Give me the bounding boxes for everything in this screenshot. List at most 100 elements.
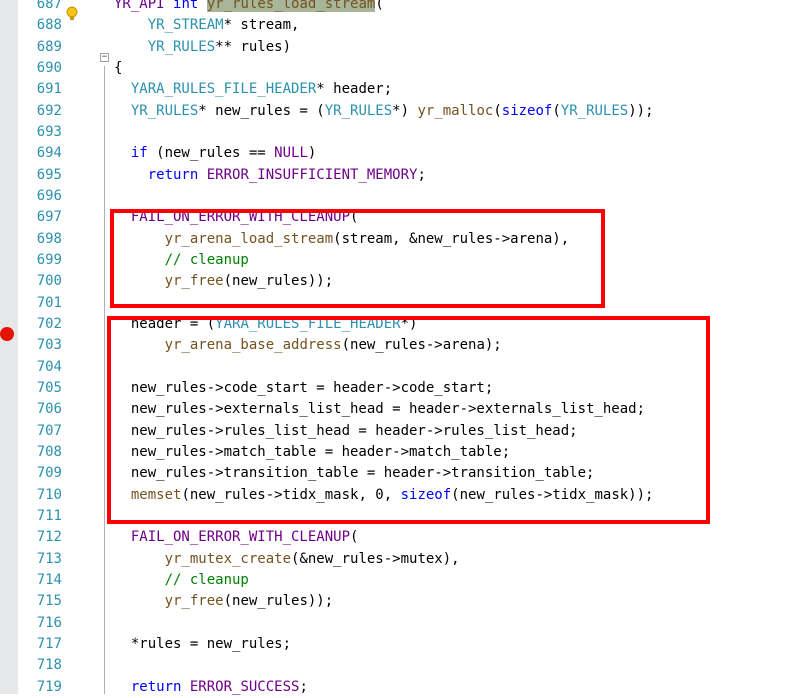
line-number: 713: [36, 550, 62, 567]
code-line[interactable]: yr_mutex_create(&new_rules->mutex),: [114, 549, 460, 570]
line-number: 699: [36, 251, 62, 268]
line-number: 691: [36, 81, 62, 98]
code-token: (: [375, 0, 384, 12]
code-token: * new_rules = (: [198, 102, 325, 119]
code-token: (: [493, 102, 502, 119]
line-number: 687: [36, 0, 62, 12]
code-token: NULL: [274, 145, 308, 162]
line-numbers: 687 688 689 690 691 692 693 694 695 696 697 698 699 7…: [18, 0, 74, 695]
code-token: ** rules): [215, 38, 292, 55]
code-token: YR_RULES: [130, 102, 199, 119]
code-token: ));: [628, 102, 654, 119]
line-number: 708: [36, 443, 62, 460]
line-number: 706: [36, 401, 62, 418]
annotation-box-header-assignments: [107, 316, 710, 524]
breakpoint-margin[interactable]: [0, 0, 18, 694]
line-number: 703: [36, 337, 62, 354]
code-line[interactable]: if (new_rules == NULL): [114, 143, 316, 164]
line-number: 718: [36, 657, 62, 674]
line-number: 697: [36, 209, 62, 226]
outline-fold-line: [104, 66, 105, 694]
line-number: 705: [36, 379, 62, 396]
line-number: 704: [36, 358, 62, 375]
code-token: ;: [417, 166, 426, 183]
line-number: 710: [36, 486, 62, 503]
code-token: ERROR_SUCCESS: [189, 678, 300, 695]
breakpoint-icon[interactable]: [0, 327, 14, 341]
code-token: YR_API: [114, 0, 165, 12]
code-token: (: [350, 529, 359, 546]
line-number: 716: [36, 614, 62, 631]
line-number: 709: [36, 465, 62, 482]
code-token: (new_rules ==: [147, 145, 275, 162]
code-line[interactable]: yr_free(new_rules));: [114, 591, 334, 612]
code-token: {: [114, 59, 123, 76]
code-token: return: [130, 678, 182, 695]
code-token: YR_RULES: [147, 38, 216, 55]
code-token: // cleanup: [164, 571, 249, 588]
line-number: 693: [36, 123, 62, 140]
code-line[interactable]: {: [114, 58, 122, 79]
code-line[interactable]: YARA_RULES_FILE_HEADER* header;: [114, 79, 392, 100]
code-line[interactable]: return ERROR_SUCCESS;: [114, 677, 308, 698]
annotation-box-fail-on-error: [110, 209, 605, 308]
line-number: 689: [36, 38, 62, 55]
line-number: 694: [36, 145, 62, 162]
code-line[interactable]: YR_STREAM* stream,: [114, 15, 300, 36]
code-token: yr_malloc: [417, 102, 494, 119]
line-number: 688: [36, 17, 62, 34]
code-token: ): [307, 145, 317, 162]
line-number: 712: [36, 529, 62, 546]
highlighted-identifier: yr_rules_load_stream: [206, 0, 376, 12]
code-token: FAIL_ON_ERROR_WITH_CLEANUP: [130, 529, 351, 546]
code-token: YR_RULES: [324, 102, 393, 119]
code-token: YR_RULES: [560, 102, 629, 119]
code-line[interactable]: return ERROR_INSUFFICIENT_MEMORY;: [114, 165, 426, 186]
code-token: sizeof: [501, 102, 553, 119]
code-token: *rules = new_rules;: [114, 635, 292, 652]
code-token: int: [173, 0, 199, 12]
line-number: 714: [36, 571, 62, 588]
code-line[interactable]: *rules = new_rules;: [114, 634, 291, 655]
line-number: 690: [36, 59, 62, 76]
code-token: yr_free: [164, 593, 224, 610]
code-line[interactable]: FAIL_ON_ERROR_WITH_CLEANUP(: [114, 527, 359, 548]
line-number: 692: [36, 102, 62, 119]
code-line[interactable]: YR_RULES** rules): [114, 37, 291, 58]
code-line[interactable]: YR_RULES* new_rules = (YR_RULES*) yr_mal…: [114, 101, 654, 122]
line-number: 701: [36, 294, 62, 311]
line-number: 696: [36, 187, 62, 204]
line-number: 711: [36, 507, 62, 524]
code-line[interactable]: YR_API int yr_rules_load_stream(: [114, 0, 384, 15]
code-token: (: [552, 102, 561, 119]
code-token: ERROR_INSUFFICIENT_MEMORY: [206, 166, 418, 183]
line-number: 719: [36, 678, 62, 695]
collapse-icon[interactable]: −: [100, 53, 109, 62]
line-number: 717: [36, 635, 62, 652]
code-token: YARA_RULES_FILE_HEADER: [130, 81, 317, 98]
line-number: 700: [36, 273, 62, 290]
line-number: 702: [36, 315, 62, 332]
code-token: (new_rules));: [223, 593, 334, 610]
code-token: YR_STREAM: [147, 17, 224, 34]
code-token: if: [130, 145, 148, 162]
code-token: (&new_rules->mutex),: [291, 550, 460, 567]
line-number: 698: [36, 230, 62, 247]
line-number: 695: [36, 166, 62, 183]
code-line[interactable]: // cleanup: [114, 570, 249, 591]
